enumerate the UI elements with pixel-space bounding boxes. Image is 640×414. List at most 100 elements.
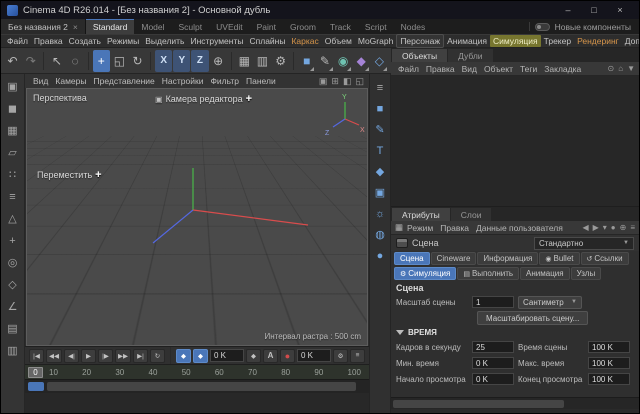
objects-menu-tags[interactable]: Теги: [517, 64, 540, 74]
layout-tab-nodes[interactable]: Nodes: [394, 19, 433, 34]
redo-icon[interactable]: ↷: [22, 50, 39, 72]
mograph-text-icon[interactable]: T: [371, 142, 389, 159]
maximize-button[interactable]: □: [581, 1, 607, 19]
document-close-icon[interactable]: ×: [73, 22, 78, 32]
cycle-button[interactable]: ↻: [150, 349, 165, 363]
workplane-mode-icon[interactable]: ▱: [3, 143, 23, 162]
new-components-toggle[interactable]: [535, 23, 550, 31]
timeline-zoom-handle[interactable]: [28, 382, 44, 391]
viewport-menu-cameras[interactable]: Камеры: [52, 76, 89, 86]
viewport-split-icon[interactable]: ◧: [343, 76, 352, 87]
enable-axis-icon[interactable]: +: [3, 231, 23, 250]
menu-splines[interactable]: Сплайны: [247, 35, 289, 47]
panel-menu-icon[interactable]: ≡: [630, 223, 635, 232]
attr-tab-simulation[interactable]: ⚙Симуляция: [394, 267, 456, 280]
layout-tab-groom[interactable]: Groom: [283, 19, 323, 34]
time-section-header[interactable]: ВРЕМЯ: [391, 326, 639, 339]
palette-menu-icon[interactable]: ≡: [371, 79, 389, 96]
sky-icon[interactable]: ◍: [371, 226, 389, 243]
menu-extensions[interactable]: Дополнения: [622, 35, 640, 47]
attr-tab-references[interactable]: ↺Ссылки: [581, 252, 629, 265]
make-editable-icon[interactable]: ▣: [3, 77, 23, 96]
search-icon[interactable]: ⊙: [608, 64, 615, 73]
menu-mesh[interactable]: Каркас: [288, 35, 321, 47]
objects-menu-view[interactable]: Вид: [459, 64, 480, 74]
objects-menu-edit[interactable]: Правка: [423, 64, 458, 74]
attributes-scroll-handle[interactable]: [393, 400, 564, 408]
layout-tab-standard[interactable]: Standard: [86, 19, 135, 34]
preview-start-input[interactable]: 0 K: [472, 373, 514, 385]
attr-menu-mode[interactable]: Режим: [404, 223, 436, 233]
prev-frame-button[interactable]: ◀|: [64, 349, 79, 363]
move-tool-icon[interactable]: +: [93, 50, 110, 72]
locked-workplane-icon[interactable]: ▥: [3, 341, 23, 360]
timeline-ruler[interactable]: 0 10 20 30 40 50 60 70 80 90 100: [25, 364, 369, 379]
quantize-icon[interactable]: ∠: [3, 297, 23, 316]
unit-dropdown[interactable]: Сантиметр ▼: [518, 296, 582, 309]
render-view-icon[interactable]: ▦: [236, 50, 253, 72]
menu-edit[interactable]: Правка: [31, 35, 66, 47]
attr-menu-edit[interactable]: Правка: [437, 223, 472, 233]
object-list[interactable]: [391, 76, 639, 207]
viewport-menu-view[interactable]: Вид: [30, 76, 51, 86]
menu-select[interactable]: Выделить: [142, 35, 187, 47]
back-icon[interactable]: ◀: [582, 223, 588, 232]
menu-modes[interactable]: Режимы: [104, 35, 142, 47]
viewport-solo-icon[interactable]: ◎: [3, 253, 23, 272]
minimize-button[interactable]: –: [555, 1, 581, 19]
viewport-grid-icon[interactable]: ⊞: [331, 76, 339, 87]
timeline-scroll-handle[interactable]: [47, 382, 356, 391]
tab-layers[interactable]: Слои: [451, 208, 492, 221]
end-frame-field[interactable]: 0 K: [297, 349, 331, 362]
viewport-menu-display[interactable]: Представление: [90, 76, 157, 86]
prev-key-button[interactable]: ◀◀: [46, 349, 62, 363]
filter-icon[interactable]: ▼: [627, 64, 635, 73]
preset-dropdown[interactable]: Стандартно ▼: [534, 237, 634, 250]
record-button[interactable]: ●: [280, 349, 295, 363]
attr-menu-userdata[interactable]: Данные пользователя: [473, 223, 566, 233]
fps-input[interactable]: 25: [472, 341, 514, 353]
document-tab[interactable]: Без названия 2 ×: [1, 19, 86, 34]
render-settings-icon[interactable]: ⚙: [272, 50, 289, 72]
attr-tab-info[interactable]: Информация: [477, 252, 538, 265]
menu-character[interactable]: Персонаж: [396, 34, 444, 48]
viewport[interactable]: Y X Z Перспектива ▣ Камера редактора +: [26, 88, 368, 346]
live-selection-icon[interactable]: ◌: [66, 50, 83, 72]
spline-pen-icon[interactable]: ✎: [371, 121, 389, 138]
undo-icon[interactable]: ↶: [4, 50, 21, 72]
keyframe-position-toggle[interactable]: ◆: [176, 349, 191, 363]
next-frame-button[interactable]: |▶: [98, 349, 113, 363]
layout-tab-model[interactable]: Model: [134, 19, 171, 34]
goto-start-button[interactable]: |◀: [29, 349, 44, 363]
attr-tab-animation[interactable]: Анимация: [520, 267, 570, 280]
select-tool-icon[interactable]: ↖: [48, 50, 65, 72]
menu-volume[interactable]: Объем: [322, 35, 355, 47]
goto-end-button[interactable]: ▶|: [133, 349, 148, 363]
attr-tab-scene[interactable]: Сцена: [394, 252, 430, 265]
render-picture-viewer-icon[interactable]: ▥: [254, 50, 271, 72]
pin-icon[interactable]: ⊕: [620, 223, 627, 232]
deformer-icon[interactable]: ◆: [353, 50, 370, 72]
layout-tab-sculpt[interactable]: Sculpt: [172, 19, 210, 34]
menu-file[interactable]: Файл: [4, 35, 31, 47]
scene-time-input[interactable]: 100 K: [588, 341, 630, 353]
keyframe-rotation-toggle[interactable]: ◆: [193, 349, 208, 363]
light-icon[interactable]: ☼: [371, 205, 389, 222]
spline-pen-icon[interactable]: ✎: [316, 50, 333, 72]
layout-tab-script[interactable]: Script: [358, 19, 394, 34]
y-axis-lock-icon[interactable]: Y: [173, 50, 190, 72]
scale-input[interactable]: 1: [472, 296, 514, 308]
z-axis-lock-icon[interactable]: Z: [191, 50, 208, 72]
camera-icon[interactable]: ▣: [371, 184, 389, 201]
material-icon[interactable]: ●: [371, 247, 389, 264]
tab-objects[interactable]: Объекты: [392, 49, 447, 62]
volume-icon[interactable]: ◇: [371, 50, 388, 72]
texture-mode-icon[interactable]: ▦: [3, 121, 23, 140]
objects-menu-file[interactable]: Файл: [395, 64, 422, 74]
coordinate-system-icon[interactable]: ⊕: [210, 50, 227, 72]
close-button[interactable]: ×: [607, 1, 633, 19]
home-icon[interactable]: ⌂: [618, 64, 623, 73]
history-icon[interactable]: ▾: [603, 223, 607, 232]
polygons-mode-icon[interactable]: △: [3, 209, 23, 228]
min-time-input[interactable]: 0 K: [472, 357, 514, 369]
